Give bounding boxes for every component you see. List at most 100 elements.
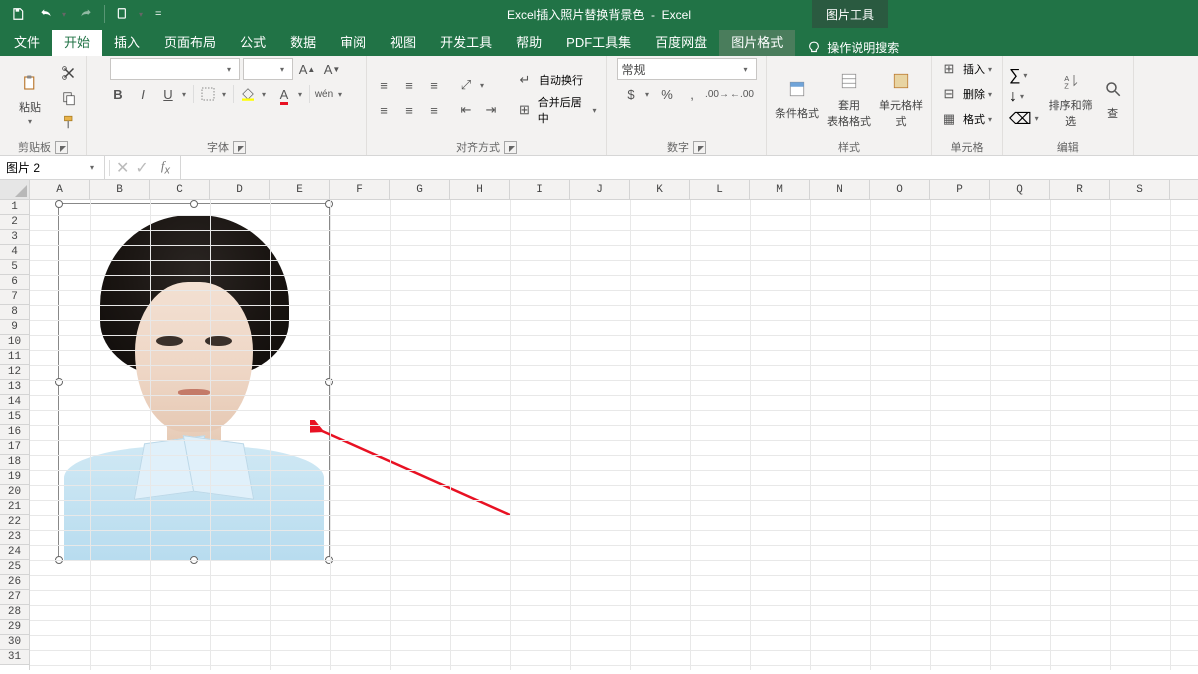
column-header[interactable]: J: [570, 180, 630, 199]
column-header[interactable]: L: [690, 180, 750, 199]
resize-handle-n[interactable]: [190, 200, 198, 208]
indent-decrease-button[interactable]: ⇤: [455, 99, 477, 121]
font-name-combo[interactable]: ▾: [110, 58, 240, 80]
resize-handle-ne[interactable]: [325, 200, 333, 208]
cut-button[interactable]: [58, 62, 80, 84]
delete-cells-button[interactable]: ⊟删除▾: [938, 83, 996, 105]
phonetic-button[interactable]: wén: [313, 83, 335, 105]
font-dialog-launcher[interactable]: [233, 141, 246, 154]
column-header[interactable]: N: [810, 180, 870, 199]
align-center-button[interactable]: ≡: [398, 99, 420, 121]
tab-review[interactable]: 审阅: [328, 30, 378, 56]
row-header[interactable]: 15: [0, 410, 29, 425]
row-header[interactable]: 21: [0, 500, 29, 515]
tab-view[interactable]: 视图: [378, 30, 428, 56]
column-header[interactable]: I: [510, 180, 570, 199]
row-header[interactable]: 29: [0, 620, 29, 635]
format-cells-button[interactable]: ▦格式▾: [938, 108, 996, 130]
font-color-button[interactable]: A: [273, 83, 295, 105]
row-header[interactable]: 4: [0, 245, 29, 260]
touch-dropdown-icon[interactable]: ▾: [139, 10, 147, 19]
tab-file[interactable]: 文件: [2, 30, 52, 56]
row-header[interactable]: 31: [0, 650, 29, 665]
number-dialog-launcher[interactable]: [693, 141, 706, 154]
cancel-formula-button[interactable]: ✕: [116, 158, 129, 178]
percent-button[interactable]: %: [656, 83, 678, 105]
row-header[interactable]: 2: [0, 215, 29, 230]
column-header[interactable]: H: [450, 180, 510, 199]
row-header[interactable]: 20: [0, 485, 29, 500]
redo-button[interactable]: [74, 2, 98, 26]
row-header[interactable]: 1: [0, 200, 29, 215]
tab-baidu-netdisk[interactable]: 百度网盘: [643, 30, 719, 56]
increase-decimal-button[interactable]: .00→: [706, 83, 728, 105]
merge-center-button[interactable]: ⊞合并后居中▾: [514, 94, 600, 126]
formula-input[interactable]: [181, 156, 1198, 179]
row-header[interactable]: 30: [0, 635, 29, 650]
column-header[interactable]: Q: [990, 180, 1050, 199]
tab-formulas[interactable]: 公式: [228, 30, 278, 56]
decrease-font-button[interactable]: A▼: [321, 58, 343, 80]
column-header[interactable]: F: [330, 180, 390, 199]
row-header[interactable]: 12: [0, 365, 29, 380]
sort-filter-button[interactable]: AZ排序和筛选: [1047, 63, 1095, 133]
format-as-table-button[interactable]: 套用 表格格式: [825, 63, 873, 133]
fill-color-button[interactable]: [237, 83, 259, 105]
column-header[interactable]: O: [870, 180, 930, 199]
column-header[interactable]: M: [750, 180, 810, 199]
name-box[interactable]: 图片 2 ▾: [0, 156, 105, 179]
resize-handle-nw[interactable]: [55, 200, 63, 208]
increase-font-button[interactable]: A▲: [296, 58, 318, 80]
format-painter-button[interactable]: [58, 112, 80, 134]
row-header[interactable]: 11: [0, 350, 29, 365]
cell-grid[interactable]: [30, 200, 1198, 670]
font-size-combo[interactable]: ▾: [243, 58, 293, 80]
row-header[interactable]: 22: [0, 515, 29, 530]
row-header[interactable]: 28: [0, 605, 29, 620]
row-header[interactable]: 10: [0, 335, 29, 350]
column-header[interactable]: P: [930, 180, 990, 199]
fill-button[interactable]: ↓▾: [1009, 88, 1043, 106]
tab-developer[interactable]: 开发工具: [428, 30, 504, 56]
row-header[interactable]: 25: [0, 560, 29, 575]
row-header[interactable]: 27: [0, 590, 29, 605]
column-header[interactable]: A: [30, 180, 90, 199]
column-header[interactable]: D: [210, 180, 270, 199]
row-header[interactable]: 6: [0, 275, 29, 290]
tell-me-search[interactable]: 操作说明搜索: [795, 39, 911, 56]
row-header[interactable]: 26: [0, 575, 29, 590]
clear-button[interactable]: ⌫▾: [1009, 109, 1043, 129]
row-header[interactable]: 7: [0, 290, 29, 305]
paste-button[interactable]: 粘贴 ▾: [6, 63, 54, 133]
accounting-format-button[interactable]: $: [620, 83, 642, 105]
find-select-button[interactable]: 查: [1099, 63, 1127, 133]
row-header[interactable]: 5: [0, 260, 29, 275]
undo-button[interactable]: [34, 2, 58, 26]
wrap-text-button[interactable]: ↵自动换行: [514, 69, 600, 91]
row-header[interactable]: 18: [0, 455, 29, 470]
fx-icon[interactable]: fx: [155, 158, 176, 177]
qat-overflow-icon[interactable]: =: [151, 8, 165, 20]
tab-pdf-tools[interactable]: PDF工具集: [554, 30, 643, 56]
tab-page-layout[interactable]: 页面布局: [152, 30, 228, 56]
autosum-button[interactable]: ∑▾: [1009, 67, 1043, 85]
row-header[interactable]: 16: [0, 425, 29, 440]
tab-insert[interactable]: 插入: [102, 30, 152, 56]
column-header[interactable]: G: [390, 180, 450, 199]
column-header[interactable]: R: [1050, 180, 1110, 199]
name-box-dropdown-icon[interactable]: ▾: [90, 163, 98, 172]
column-header[interactable]: S: [1110, 180, 1170, 199]
conditional-format-button[interactable]: 条件格式: [773, 63, 821, 133]
tab-help[interactable]: 帮助: [504, 30, 554, 56]
number-format-combo[interactable]: 常规▾: [617, 58, 757, 80]
tab-picture-format[interactable]: 图片格式: [719, 30, 795, 56]
alignment-dialog-launcher[interactable]: [504, 141, 517, 154]
underline-button[interactable]: U: [157, 83, 179, 105]
align-middle-button[interactable]: ≡: [398, 74, 420, 96]
touch-mode-button[interactable]: [111, 2, 135, 26]
row-header[interactable]: 17: [0, 440, 29, 455]
insert-cells-button[interactable]: ⊞插入▾: [938, 58, 996, 80]
tab-data[interactable]: 数据: [278, 30, 328, 56]
align-bottom-button[interactable]: ≡: [423, 74, 445, 96]
bold-button[interactable]: B: [107, 83, 129, 105]
